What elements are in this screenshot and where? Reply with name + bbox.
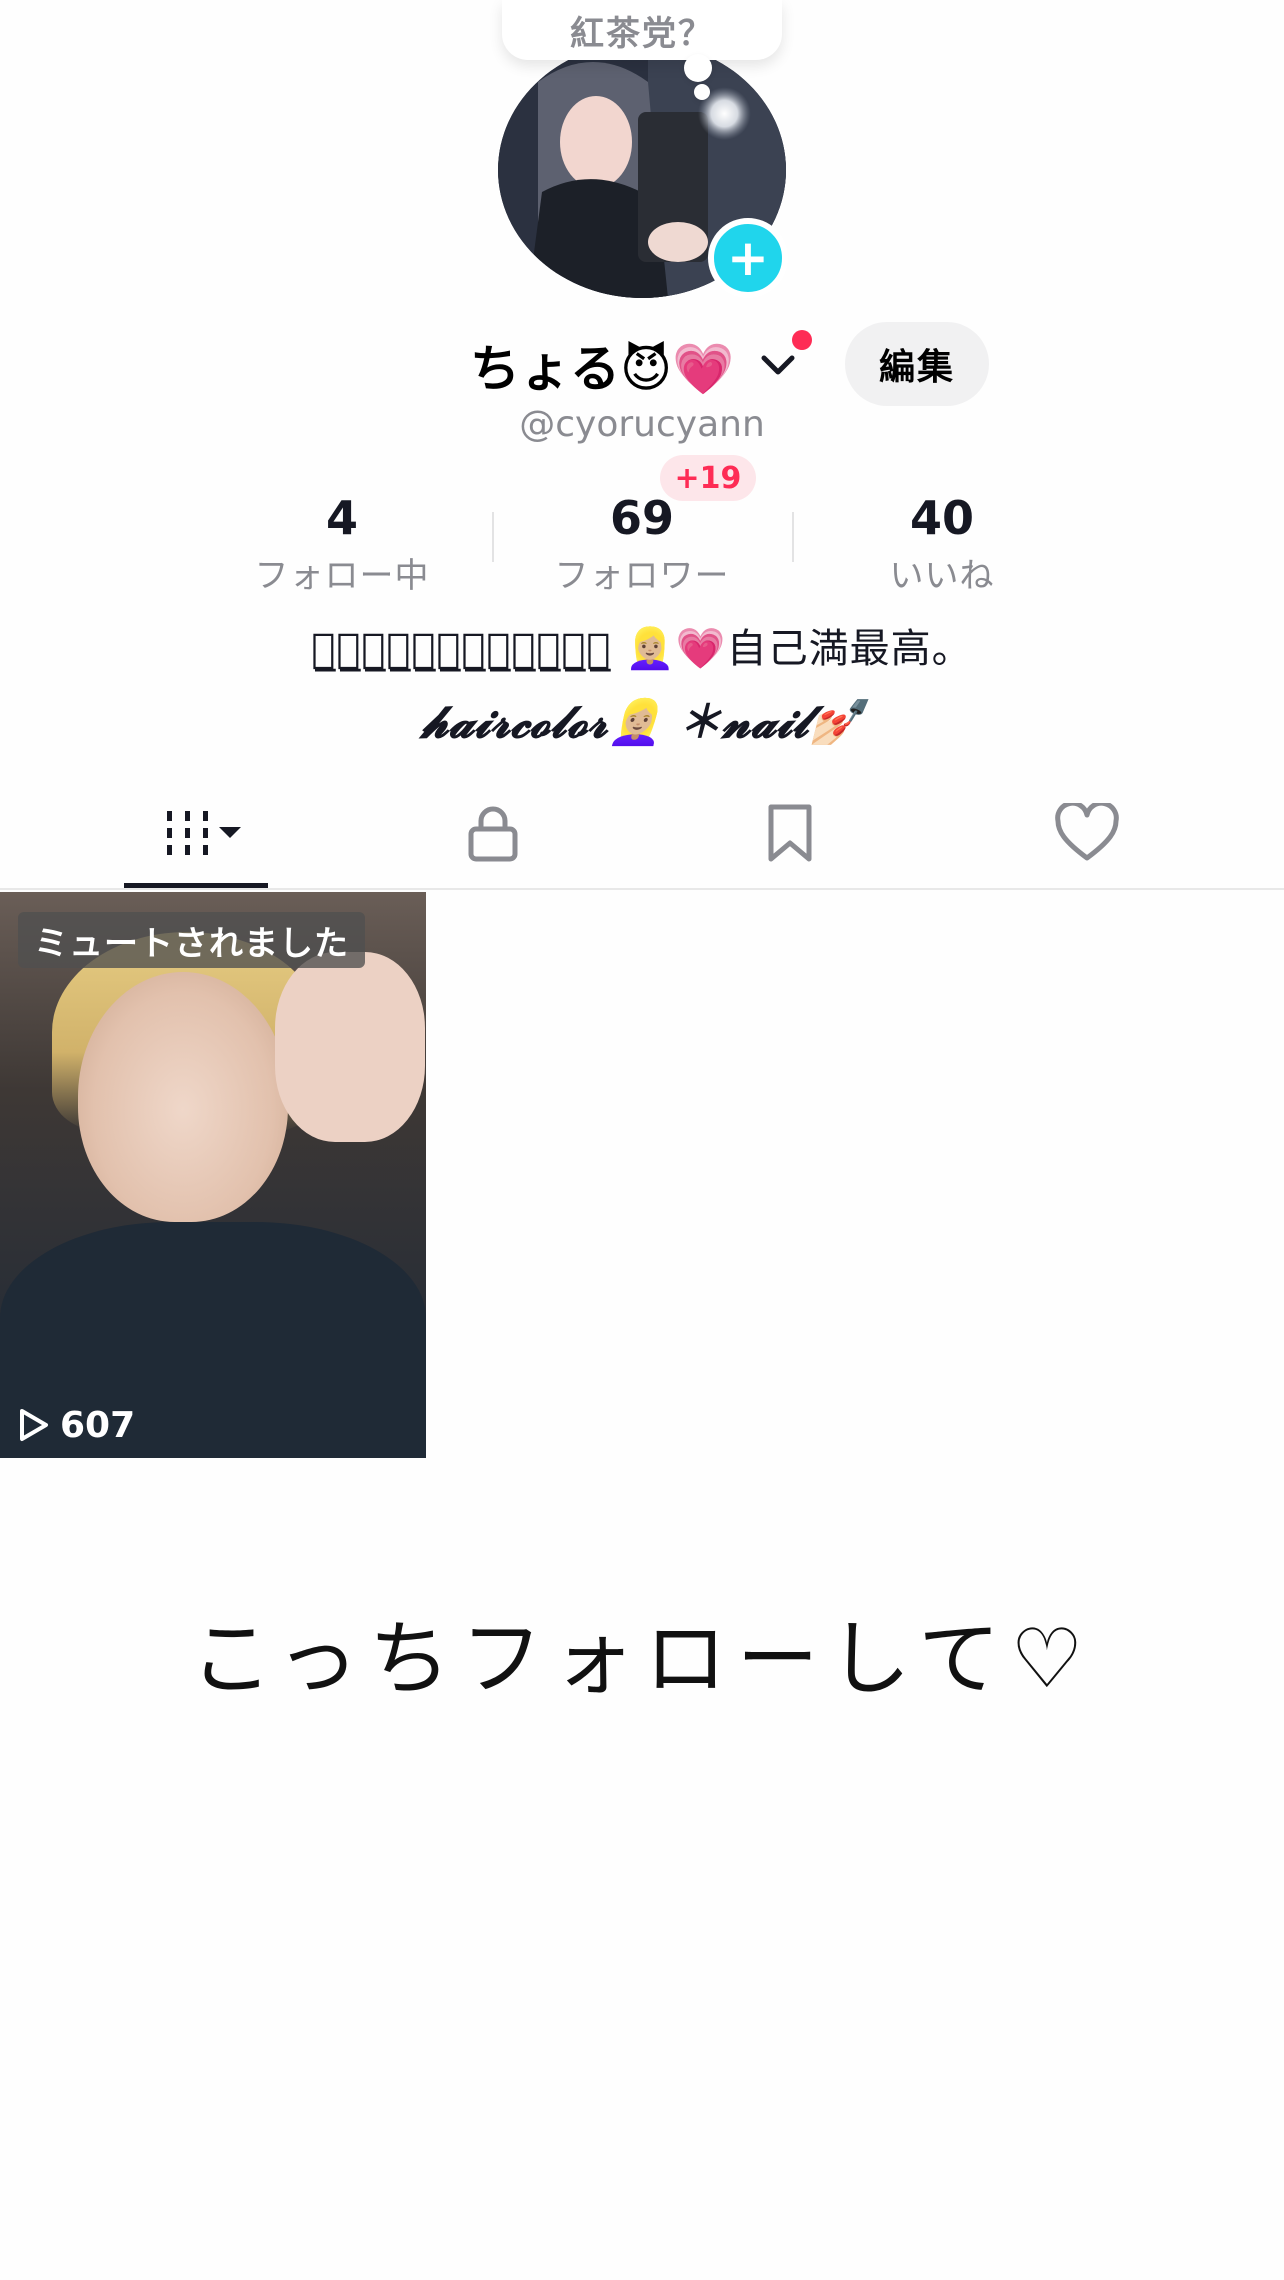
lock-icon [468,806,517,862]
tab-private[interactable] [332,780,653,886]
tab-liked[interactable] [926,780,1247,886]
tab-saved[interactable] [629,780,950,886]
username-handle: @cyorucyann [519,404,765,445]
heart-icon [1054,803,1119,861]
following-stat[interactable]: 4 フォロー中 [212,490,472,597]
stat-divider [492,512,494,562]
bubble-tail-dot-large [684,54,712,82]
bio-line-1: 他̲人̲ウ̲ケ̲よ̲り̲自̲分̲ウ̲ケ̲重̲視̲ 👱🏼‍♀️💗自己満最高。 [311,626,973,672]
display-name: ちょる😈💗 [470,340,735,398]
bubble-tail-dot-small [694,84,710,100]
likes-count: 40 [909,491,974,545]
tab-videos[interactable] [36,780,357,886]
followers-stat[interactable]: 69 フォロワー [512,490,772,597]
muted-badge: ミュートされました [18,912,365,968]
following-label: フォロー中 [254,556,430,596]
thumbnail-hand-shape [275,952,425,1142]
plus-icon: + [727,229,769,287]
add-story-button[interactable]: + [708,218,788,298]
likes-label: いいね [889,556,995,596]
tabs-divider [0,888,1284,890]
view-count: 607 [18,1400,135,1450]
notification-dot [792,330,812,350]
chevron-down-icon[interactable] [758,348,798,382]
followers-label: フォロワー [554,556,730,596]
followers-count: 69 [609,491,674,545]
status-bubble-text: 紅茶党？ [570,13,714,54]
thumbnail-face-shape [78,972,288,1222]
following-count: 4 [325,491,358,545]
likes-stat[interactable]: 40 いいね [812,490,1072,597]
bio-line-2: 𝓱𝓪𝓲𝓻𝓬𝓸𝓵𝓸𝓻👱🏼‍♀️ ＊𝓷𝓪𝓲𝓵💅🏻 [420,697,864,748]
view-count-value: 607 [60,1404,136,1446]
stat-divider [792,512,794,562]
status-bubble[interactable]: 紅茶党？ [502,0,782,60]
follow-caption: こっちフォローして♡ [190,1612,1094,1707]
grid-icon [166,811,241,855]
video-thumbnail[interactable] [0,892,426,1458]
edit-profile-button[interactable]: 編集 [845,322,989,406]
bookmark-icon [768,804,811,862]
play-icon [20,1409,48,1441]
